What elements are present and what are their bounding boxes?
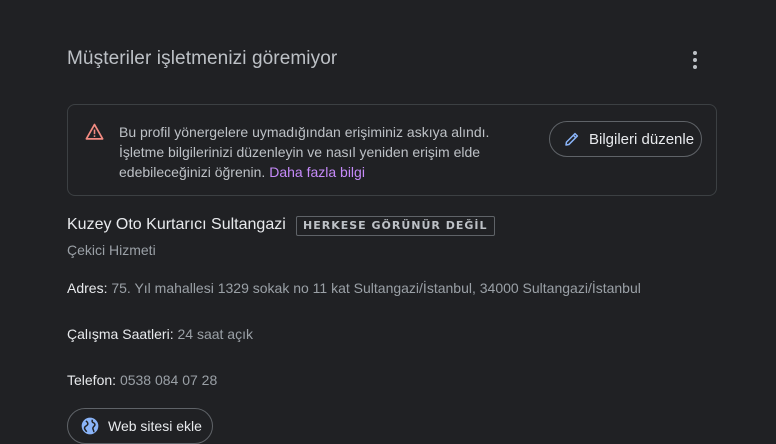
card-title: Müşteriler işletmenizi göremiyor — [67, 48, 338, 69]
more-vert-icon — [693, 51, 697, 55]
phone-value: 0538 084 07 28 — [119, 372, 218, 388]
suspension-alert: Bu profil yönergelere uymadığından erişi… — [67, 104, 717, 196]
phone-row: Telefon: 0538 084 07 28 — [67, 372, 217, 388]
visibility-badge: HERKESE GÖRÜNÜR DEĞİL — [296, 216, 495, 236]
globe-icon — [81, 417, 99, 435]
add-website-label: Web sitesi ekle — [108, 418, 202, 434]
address-value: 75. Yıl mahallesi 1329 sokak no 11 kat S… — [111, 280, 641, 296]
hours-row: Çalışma Saatleri: 24 saat açık — [67, 326, 253, 342]
alert-message: Bu profil yönergelere uymadığından erişi… — [119, 122, 519, 182]
business-category: Çekici Hizmeti — [67, 242, 156, 258]
business-name: Kuzey Oto Kurtarıcı Sultangazi — [67, 216, 286, 233]
profile-status-card: Müşteriler işletmenizi göremiyor Bu prof… — [0, 0, 776, 444]
address-row: Adres: 75. Yıl mahallesi 1329 sokak no 1… — [67, 280, 641, 296]
learn-more-link[interactable]: Daha fazla bilgi — [269, 164, 365, 180]
more-options-button[interactable] — [682, 46, 708, 74]
hours-label: Çalışma Saatleri: — [67, 326, 174, 342]
edit-info-label: Bilgileri düzenle — [589, 130, 695, 148]
pencil-icon — [565, 132, 579, 146]
warning-icon — [85, 123, 104, 140]
address-label: Adres: — [67, 280, 108, 296]
edit-info-button[interactable]: Bilgileri düzenle — [549, 121, 702, 157]
hours-value: 24 saat açık — [177, 326, 253, 342]
phone-label: Telefon: — [67, 372, 117, 388]
add-website-button[interactable]: Web sitesi ekle — [67, 408, 213, 444]
